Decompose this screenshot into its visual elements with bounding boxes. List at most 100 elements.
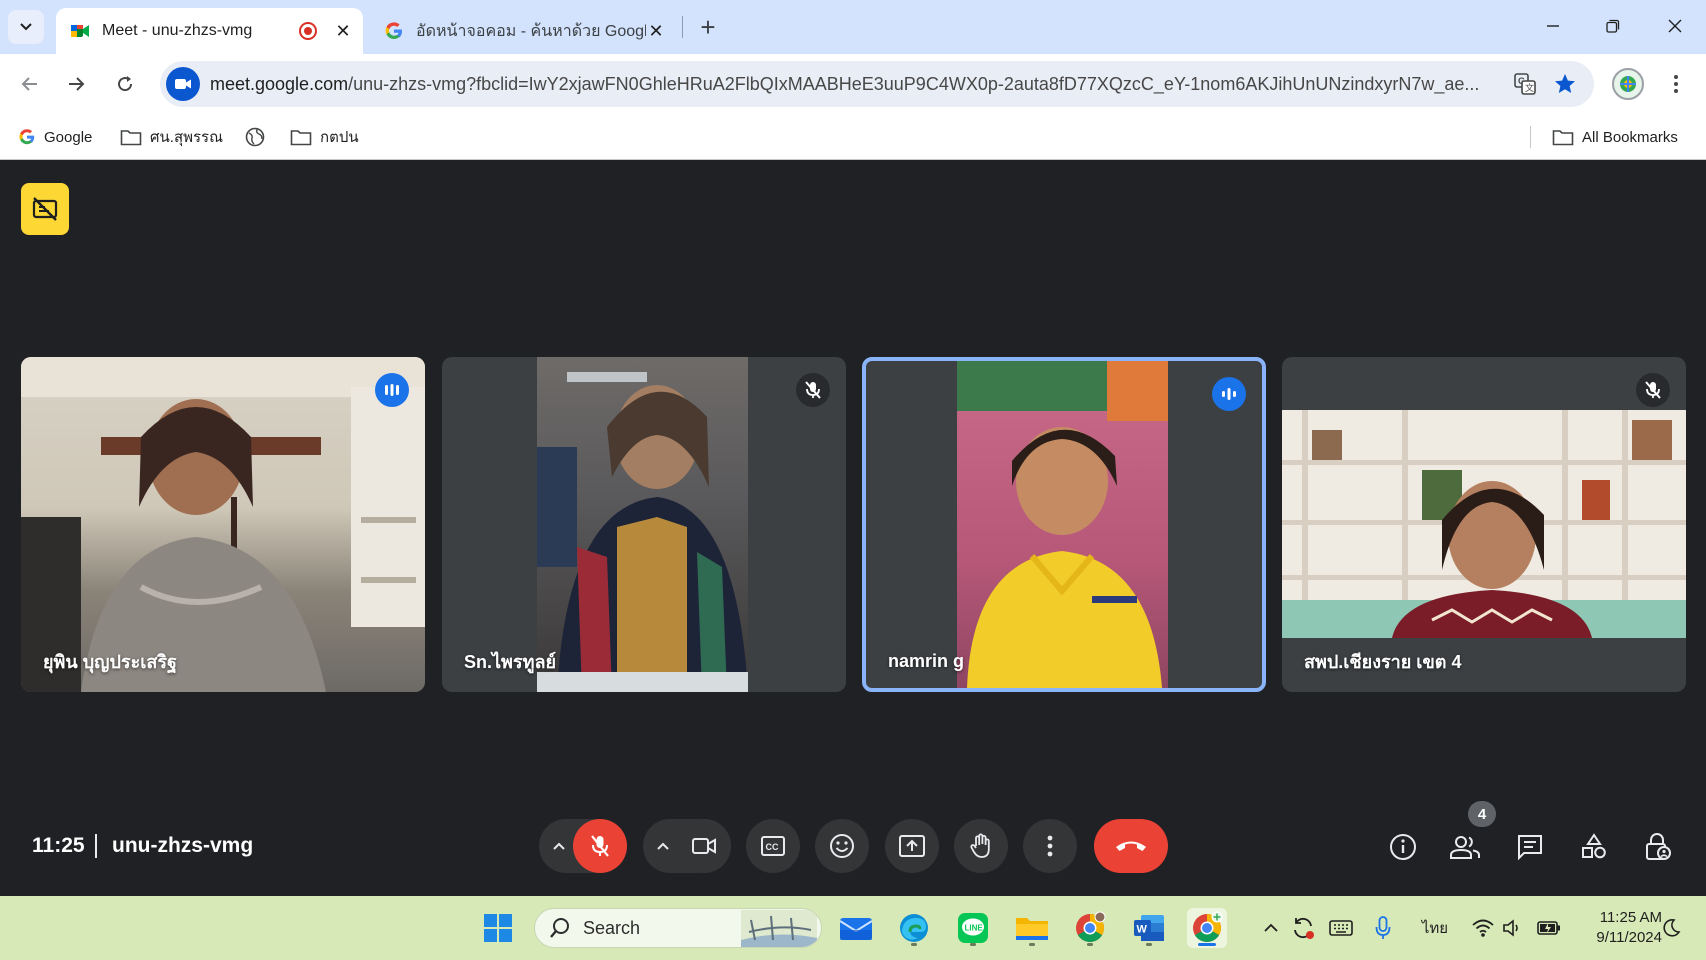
taskbar-search-box[interactable]: Search [534,908,822,948]
close-tab-icon[interactable]: ✕ [333,21,353,41]
activities-button[interactable] [1571,824,1617,870]
tab-meet[interactable]: Meet - unu-zhzs-vmg ✕ [56,8,363,54]
profile-avatar[interactable] [1612,68,1644,100]
participant-name: Sn.ไพรทูลย์ [464,652,557,672]
emoji-icon [830,834,854,858]
close-tab-icon[interactable]: ✕ [646,21,666,41]
participant-name: ยุพิน บุญประเสริฐ [43,652,177,672]
bookmark-google[interactable]: Google [18,124,92,150]
meeting-code: unu-zhzs-vmg [112,834,254,857]
participant-tile[interactable]: Sn.ไพรทูลย์ [442,357,846,692]
camera-toggle-button[interactable] [677,819,731,873]
notifications-button[interactable] [1658,914,1684,942]
hand-icon [970,833,990,858]
folder-icon [290,130,312,146]
close-icon [1668,19,1682,33]
reactions-button[interactable] [815,819,869,873]
meeting-details-button[interactable] [1380,824,1426,870]
more-vert-icon [1047,835,1053,857]
running-indicator [1198,943,1216,946]
call-end-icon [1116,841,1146,851]
battery-tray-icon[interactable] [1536,914,1562,942]
globe-icon [245,127,265,147]
present-screen-button[interactable] [885,819,939,873]
forward-button[interactable] [58,66,94,102]
meeting-time: 11:25 [32,834,85,857]
taskbar-file-explorer[interactable] [1012,908,1052,948]
mic-off-icon [591,835,609,857]
wifi-tray-icon[interactable] [1470,914,1496,942]
leave-call-button[interactable] [1094,819,1168,873]
reload-button[interactable] [107,66,143,102]
participant-video-frame [537,372,748,692]
search-placeholder: Search [583,917,641,938]
tab-google-search[interactable]: อัดหน้าจอคอม - ค้นหาด้วย Google ✕ [370,8,676,54]
search-highlight-image [741,910,817,947]
bookmark-folder-kotpon[interactable]: กตปน [290,124,359,150]
tab-search-button[interactable] [8,10,44,44]
restore-button[interactable] [1590,8,1636,44]
reload-icon [118,76,133,92]
participant-tile-active-speaker[interactable]: namrin g [862,357,1266,692]
taskbar-chrome-active[interactable] [1187,908,1227,948]
keyboard-tray-icon[interactable] [1328,914,1354,942]
running-indicator [911,943,917,946]
running-indicator [1087,943,1093,946]
chrome-icon [1193,911,1223,942]
new-tab-button[interactable]: + [694,12,722,42]
taskbar-clock[interactable]: 11:25 AM 9/11/2024 [1572,908,1662,948]
lock-person-icon [1646,833,1671,860]
taskbar-mail-app[interactable] [836,908,876,948]
running-indicator [1029,943,1035,946]
bookmark-globe[interactable] [245,124,273,150]
sync-tray-icon[interactable] [1290,914,1316,942]
more-vert-icon [1674,75,1678,93]
more-options-button[interactable] [1023,819,1077,873]
all-bookmarks-button[interactable]: All Bookmarks [1552,124,1678,150]
taskbar-line-app[interactable]: LINE [953,908,993,948]
participant-tile[interactable]: สพป.เชียงราย เขต 4 [1282,357,1686,692]
url-text[interactable]: meet.google.com/unu-zhzs-vmg?fbclid=IwY2… [210,74,1500,95]
taskbar-edge-app[interactable] [894,908,934,948]
taskbar-word-app[interactable]: W [1129,908,1169,948]
address-bar[interactable]: meet.google.com/unu-zhzs-vmg?fbclid=IwY2… [160,61,1594,107]
site-info-icon[interactable] [166,67,200,101]
svg-text:W: W [1137,924,1148,936]
host-controls-button[interactable] [1635,824,1681,870]
close-window-button[interactable] [1652,8,1698,44]
google-icon [19,129,35,145]
microphone-tray-icon[interactable] [1370,914,1396,942]
bookmark-folder-supan[interactable]: ศน.สุพรรณ [120,124,223,150]
minimize-button[interactable] [1530,8,1576,44]
volume-tray-icon[interactable] [1500,914,1526,942]
people-button[interactable] [1442,824,1488,870]
raise-hand-button[interactable] [954,819,1008,873]
taskbar-chrome-profile[interactable] [1070,908,1110,948]
minimize-icon [1547,25,1559,27]
bookmark-label: กตปน [320,129,359,146]
show-hidden-icons-button[interactable] [1258,914,1284,942]
info-icon [1390,834,1416,860]
chat-button[interactable] [1507,824,1553,870]
no-captions-indicator[interactable] [21,183,69,235]
start-button[interactable] [478,908,518,948]
bookmark-star-icon[interactable] [1550,69,1580,99]
mail-icon [839,918,873,940]
back-button[interactable] [12,66,48,102]
microphone-toggle-button[interactable] [573,819,627,873]
captions-button[interactable]: CC [746,819,800,873]
clock-time: 11:25 AM [1599,909,1662,926]
tab-title: อัดหน้าจอคอม - ค้นหาด้วย Google [416,22,646,40]
chevron-up-icon [553,842,565,850]
participant-tile[interactable]: ยุพิน บุญประเสริฐ [21,357,425,692]
bookmark-label: ศน.สุพรรณ [150,129,224,146]
input-language-indicator[interactable]: ไทย [1418,914,1452,942]
browser-menu-button[interactable] [1660,66,1692,102]
tab-title: Meet - unu-zhzs-vmg [102,22,253,39]
captions-off-icon [32,197,58,221]
people-count-badge: 4 [1468,801,1496,827]
browser-toolbar: meet.google.com/unu-zhzs-vmg?fbclid=IwY2… [0,54,1706,114]
tab-separator [682,16,683,38]
translate-icon[interactable]: G文 [1510,69,1540,99]
google-icon [385,22,402,39]
